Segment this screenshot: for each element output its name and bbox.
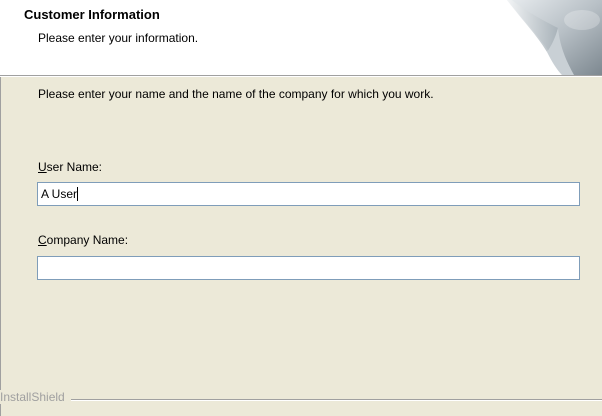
- page-curl-graphic-icon: [507, 0, 602, 75]
- page-subtitle: Please enter your information.: [38, 31, 199, 45]
- user-name-value: A User: [41, 187, 78, 201]
- company-name-label-text: ompany Name:: [46, 233, 129, 247]
- installshield-footer: InstallShield: [0, 390, 602, 410]
- company-name-label-accelerator: C: [38, 233, 47, 247]
- page-title: Customer Information: [24, 7, 160, 22]
- user-name-label-accelerator: U: [38, 160, 47, 174]
- user-name-field[interactable]: A User: [37, 182, 580, 206]
- instructions-text: Please enter your name and the name of t…: [38, 87, 434, 101]
- company-name-label: Company Name:: [38, 233, 128, 247]
- company-name-field[interactable]: [37, 256, 580, 280]
- installshield-brand: InstallShield: [0, 390, 71, 404]
- text-caret: [77, 187, 79, 201]
- footer-divider: [66, 399, 602, 401]
- wizard-header: Customer Information Please enter your i…: [0, 0, 602, 76]
- user-name-label-text: ser Name:: [46, 160, 103, 174]
- user-name-label: User Name:: [38, 160, 102, 174]
